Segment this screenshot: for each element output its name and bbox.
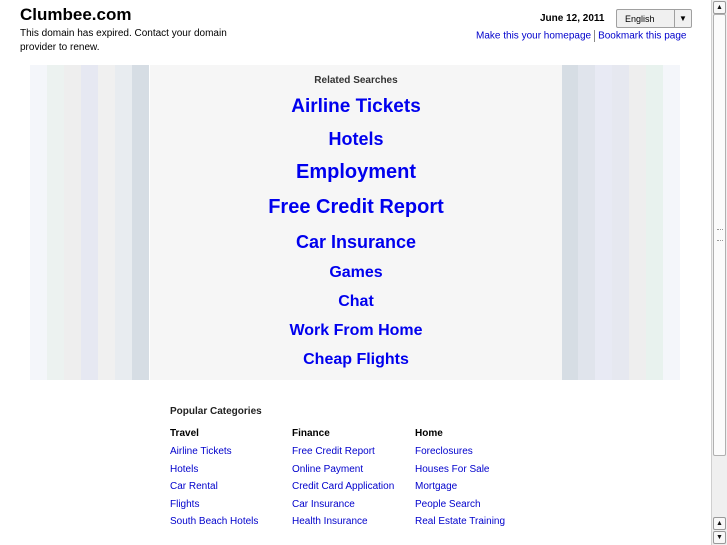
scrollbar-thumb[interactable] [713, 14, 726, 456]
category-column-home: Home Foreclosures Houses For Sale Mortga… [415, 428, 540, 531]
link-divider [594, 30, 596, 42]
related-searches-panel: Related Searches Airline Tickets Hotels … [150, 65, 562, 380]
decorative-stripe [612, 65, 629, 380]
decorative-stripe [629, 65, 646, 380]
language-select[interactable]: English ▼ [616, 9, 692, 28]
decorative-stripe [646, 65, 663, 380]
arrow-up-icon[interactable]: ▲ [713, 1, 726, 14]
top-links: Make this your homepage Bookmark this pag… [476, 30, 686, 42]
decorative-stripe [561, 65, 578, 380]
category-heading: Home [415, 428, 443, 439]
category-link[interactable]: Free Credit Report [292, 443, 417, 461]
related-link[interactable]: Car Insurance [150, 232, 562, 253]
category-link[interactable]: Car Insurance [292, 496, 417, 514]
site-title: Clumbee.com [20, 5, 132, 24]
chevron-down-icon[interactable]: ▼ [674, 10, 691, 27]
category-link[interactable]: Foreclosures [415, 443, 540, 461]
category-column-travel: Travel Airline Tickets Hotels Car Rental… [170, 428, 295, 531]
category-column-finance: Finance Free Credit Report Online Paymen… [292, 428, 417, 531]
category-heading: Travel [170, 428, 199, 439]
category-link[interactable]: Airline Tickets [170, 443, 295, 461]
decorative-stripe [64, 65, 81, 380]
related-link[interactable]: Games [150, 264, 562, 282]
related-searches-title: Related Searches [314, 75, 398, 86]
grip-icon [717, 229, 723, 241]
decorative-stripe [98, 65, 115, 380]
expired-notice: This domain has expired. Contact your do… [20, 28, 227, 53]
related-link[interactable]: Hotels [150, 129, 562, 150]
category-link[interactable]: Real Estate Training [415, 513, 540, 531]
decorative-stripes-right [561, 65, 680, 380]
category-link[interactable]: Houses For Sale [415, 461, 540, 479]
arrow-down-icon[interactable]: ▼ [713, 531, 726, 544]
related-link[interactable]: Chat [150, 293, 562, 311]
decorative-stripe [663, 65, 680, 380]
decorative-stripe [81, 65, 98, 380]
decorative-stripes-left [30, 65, 149, 380]
category-link[interactable]: Flights [170, 496, 295, 514]
decorative-stripe [595, 65, 612, 380]
category-link[interactable]: People Search [415, 496, 540, 514]
related-link[interactable]: Employment [150, 161, 562, 184]
related-link[interactable]: Airline Tickets [150, 96, 562, 118]
date-label: June 12, 2011 [540, 13, 605, 24]
popular-categories: Popular Categories Travel Airline Ticket… [170, 406, 505, 527]
arrow-up-icon[interactable]: ▲ [713, 517, 726, 530]
language-selected: English [625, 14, 655, 24]
related-link[interactable]: Cheap Flights [150, 351, 562, 369]
decorative-stripe [578, 65, 595, 380]
vertical-scrollbar[interactable]: ▲ ▲ ▼ [711, 0, 727, 545]
category-link[interactable]: Health Insurance [292, 513, 417, 531]
popular-categories-title: Popular Categories [170, 406, 262, 417]
category-link[interactable]: South Beach Hotels [170, 513, 295, 531]
page: Clumbee.com This domain has expired. Con… [0, 0, 711, 545]
category-link[interactable]: Mortgage [415, 478, 540, 496]
category-heading: Finance [292, 428, 330, 439]
related-link[interactable]: Work From Home [150, 322, 562, 340]
related-link[interactable]: Free Credit Report [150, 196, 562, 219]
category-link[interactable]: Online Payment [292, 461, 417, 479]
category-link[interactable]: Car Rental [170, 478, 295, 496]
category-link[interactable]: Credit Card Application [292, 478, 417, 496]
bookmark-link[interactable]: Bookmark this page [598, 31, 686, 42]
decorative-stripe [47, 65, 64, 380]
decorative-stripe [115, 65, 132, 380]
make-homepage-link[interactable]: Make this your homepage [476, 31, 591, 42]
decorative-stripe [132, 65, 149, 380]
decorative-stripe [30, 65, 47, 380]
category-link[interactable]: Hotels [170, 461, 295, 479]
